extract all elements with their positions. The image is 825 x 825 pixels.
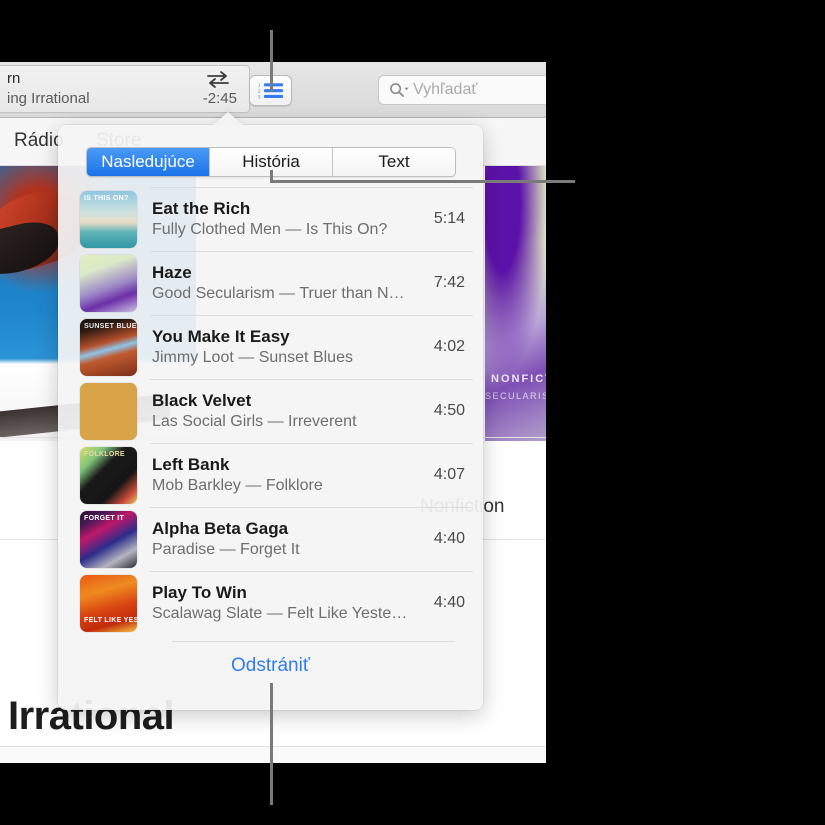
clear-up-next-button[interactable]: Odstrániť xyxy=(58,655,483,677)
track-text-block: Left Bank Mob Barkley — Folklore xyxy=(152,455,424,495)
up-next-popover: Nasledujúce História Text IS THIS ON?Eat… xyxy=(58,125,483,710)
track-row[interactable]: FOLKLORE Left Bank Mob Barkley — Folklore 4… xyxy=(58,443,483,507)
callout-line-top xyxy=(270,30,273,92)
now-playing-display[interactable]: rn ing Irrational -2:45 xyxy=(0,65,250,113)
track-artist-album: Fully Clothed Men — Is This On? xyxy=(152,221,424,239)
track-row[interactable]: FELT LIKE YESTERDAY Play To Win Scalawag S… xyxy=(58,571,483,635)
svg-text:3: 3 xyxy=(258,94,261,99)
art-right-subtitle: SECULARISM xyxy=(485,391,546,401)
screenshot-stage: rn ing Irrational -2:45 1 2 3 xyxy=(0,0,825,825)
album-art-thumbnail: FELT LIKE YESTERDAY xyxy=(80,575,137,632)
callout-line-tabs-horizontal xyxy=(270,180,575,183)
track-title: Haze xyxy=(152,263,424,283)
album-art-label: IS THIS ON? xyxy=(84,195,129,202)
now-playing-remaining-time: -2:45 xyxy=(203,90,237,107)
album-art-label: FOLKLORE xyxy=(84,451,125,458)
track-artist-album: Scalawag Slate — Felt Like Yeste… xyxy=(152,605,424,623)
track-artist-album: Paradise — Forget It xyxy=(152,541,424,559)
album-art-thumbnail: FORGET IT xyxy=(80,511,137,568)
track-row-separator xyxy=(150,315,473,316)
album-art-label: SUNSET BLUES xyxy=(84,323,137,330)
album-art-thumbnail xyxy=(80,255,137,312)
content-bottom-strip xyxy=(0,746,546,763)
popover-arrow xyxy=(213,112,243,125)
track-row-separator xyxy=(150,251,473,252)
track-row[interactable]: FORGET IT Alpha Beta Gaga Paradise — Forge… xyxy=(58,507,483,571)
up-next-track-list[interactable]: IS THIS ON? Eat the Rich Fully Clothed Men… xyxy=(58,187,483,642)
track-row-separator xyxy=(150,187,473,188)
track-duration: 4:40 xyxy=(434,530,465,548)
track-text-block: Haze Good Secularism — Truer than N… xyxy=(152,263,424,303)
now-playing-title: rn xyxy=(7,70,20,87)
track-text-block: Eat the Rich Fully Clothed Men — Is This … xyxy=(152,199,424,239)
background-album-art-right: NONFICTION SECULARISM xyxy=(485,166,546,441)
track-title: Left Bank xyxy=(152,455,424,475)
album-art-thumbnail xyxy=(80,383,137,440)
track-row[interactable]: Haze Good Secularism — Truer than N… 7:42 xyxy=(58,251,483,315)
track-text-block: Black Velvet Las Social Girls — Irreveren… xyxy=(152,391,424,431)
track-row-separator xyxy=(150,571,473,572)
track-text-block: You Make It Easy Jimmy Loot — Sunset Blue… xyxy=(152,327,424,367)
track-row-separator xyxy=(150,379,473,380)
window-toolbar: rn ing Irrational -2:45 1 2 3 xyxy=(0,62,546,118)
track-text-block: Alpha Beta Gaga Paradise — Forget It xyxy=(152,519,424,559)
track-duration: 4:50 xyxy=(434,402,465,420)
tab-text[interactable]: Text xyxy=(333,148,455,176)
track-row-separator xyxy=(150,507,473,508)
track-title: Play To Win xyxy=(152,583,424,603)
track-duration: 7:42 xyxy=(434,274,465,292)
track-duration: 4:40 xyxy=(434,594,465,612)
track-row[interactable]: SUNSET BLUES You Make It Easy Jimmy Loot —… xyxy=(58,315,483,379)
album-art-label: FELT LIKE YESTERDAY xyxy=(84,617,137,624)
track-duration: 5:14 xyxy=(434,210,465,228)
album-art-label: FORGET IT xyxy=(84,515,124,522)
search-field[interactable]: Vyhľadať xyxy=(378,75,546,105)
track-title: Black Velvet xyxy=(152,391,424,411)
now-playing-subtitle: ing Irrational xyxy=(7,90,90,107)
repeat-icon[interactable] xyxy=(205,69,231,89)
nav-item-radio[interactable]: Rádio xyxy=(14,130,64,152)
track-text-block: Play To Win Scalawag Slate — Felt Like Ye… xyxy=(152,583,424,623)
track-title: Alpha Beta Gaga xyxy=(152,519,424,539)
track-artist-album: Mob Barkley — Folklore xyxy=(152,477,424,495)
search-placeholder: Vyhľadať xyxy=(413,81,477,99)
track-duration: 4:07 xyxy=(434,466,465,484)
track-row-separator xyxy=(150,443,473,444)
track-title: You Make It Easy xyxy=(152,327,424,347)
svg-text:2: 2 xyxy=(258,89,261,94)
track-artist-album: Jimmy Loot — Sunset Blues xyxy=(152,349,424,367)
svg-text:1: 1 xyxy=(258,83,261,88)
album-art-thumbnail: IS THIS ON? xyxy=(80,191,137,248)
callout-line-bottom xyxy=(270,683,273,805)
track-artist-album: Las Social Girls — Irreverent xyxy=(152,413,424,431)
tab-nasledujuce[interactable]: Nasledujúce xyxy=(87,148,210,176)
track-title: Eat the Rich xyxy=(152,199,424,219)
track-row[interactable]: IS THIS ON? Eat the Rich Fully Clothed Men… xyxy=(58,187,483,251)
album-art-thumbnail: FOLKLORE xyxy=(80,447,137,504)
track-artist-album: Good Secularism — Truer than N… xyxy=(152,285,424,303)
art-right-title: NONFICTION xyxy=(491,373,546,385)
track-list-footer-separator xyxy=(172,641,455,642)
album-art-thumbnail: SUNSET BLUES xyxy=(80,319,137,376)
search-icon xyxy=(389,82,411,98)
track-duration: 4:02 xyxy=(434,338,465,356)
track-row[interactable]: Black Velvet Las Social Girls — Irreveren… xyxy=(58,379,483,443)
